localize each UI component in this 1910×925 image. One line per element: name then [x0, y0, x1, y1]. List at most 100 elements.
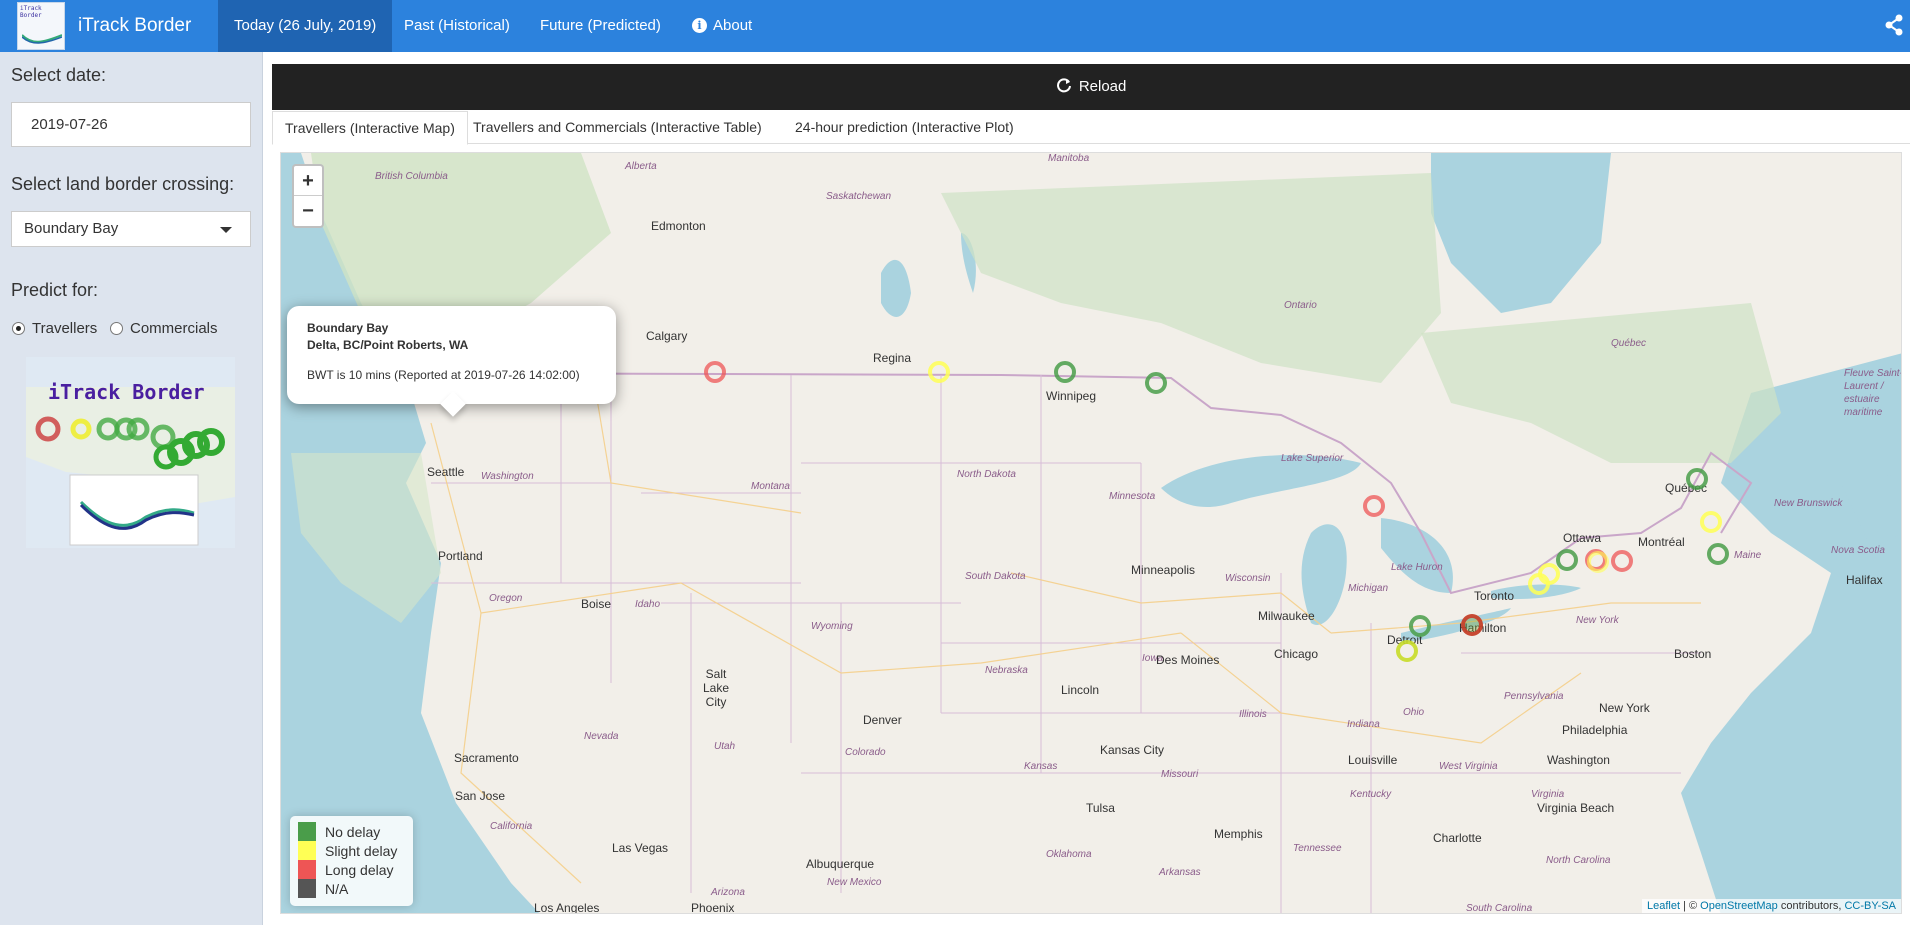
region-label: South Carolina	[1466, 903, 1533, 914]
region-label: Kentucky	[1350, 789, 1392, 800]
city-label: Lincoln	[1061, 683, 1100, 697]
region-label: New Mexico	[827, 877, 882, 888]
reload-button[interactable]: Reload	[272, 64, 1910, 110]
region-label: Arkansas	[1159, 867, 1201, 878]
lake-huron	[1381, 518, 1453, 593]
city-label: Calgary	[646, 329, 688, 343]
license-link[interactable]: CC-BY-SA	[1844, 900, 1896, 912]
region-label: Manitoba	[1048, 153, 1090, 164]
region-label: Michigan	[1348, 583, 1389, 594]
city-label: Seattle	[427, 465, 465, 479]
city-label: Sacramento	[454, 751, 519, 765]
svg-text:iTrack Border: iTrack Border	[48, 380, 205, 404]
city-label: Toronto	[1474, 589, 1515, 603]
region-label: Minnesota	[1109, 491, 1156, 502]
legend-item: N/A	[298, 879, 405, 898]
crossing-marker[interactable]	[1396, 640, 1418, 662]
city-label: Las Vegas	[612, 841, 669, 855]
crossing-label: Select land border crossing:	[11, 174, 235, 194]
region-label: Pennsylvania	[1504, 691, 1564, 702]
popup-body: BWT is 10 mins (Reported at 2019-07-26 1…	[307, 368, 580, 382]
crossing-marker[interactable]	[1700, 511, 1722, 533]
region-label: Québec	[1611, 338, 1647, 349]
attribution-sep: | ©	[1680, 900, 1701, 912]
region-label: Nevada	[584, 731, 619, 742]
crossing-marker[interactable]	[1587, 551, 1609, 573]
brand-logo-text: iTrack Border	[20, 5, 42, 19]
city-label: Tulsa	[1086, 801, 1115, 815]
date-label: Select date:	[11, 65, 107, 85]
city-label: Montréal	[1638, 535, 1685, 549]
zoom-in-button[interactable]: +	[294, 166, 322, 196]
legend-swatch	[298, 841, 316, 860]
radio-travellers[interactable]: Travellers	[12, 320, 97, 337]
city-label: Des Moines	[1156, 653, 1220, 667]
city-label: New York	[1599, 701, 1650, 715]
legend-swatch	[298, 879, 316, 898]
zoom-out-button[interactable]: −	[294, 196, 322, 226]
refresh-icon	[1056, 78, 1071, 93]
tab-future[interactable]: Future (Predicted)	[524, 0, 677, 52]
crossing-marker[interactable]	[1461, 614, 1483, 636]
region-label: Fleuve Saint-Laurent / estuaire maritime	[1844, 368, 1902, 418]
crossing-marker[interactable]	[1707, 543, 1729, 565]
city-label: Louisville	[1348, 753, 1398, 767]
region-label: Missouri	[1161, 769, 1199, 780]
tab-travellers-map[interactable]: Travellers (Interactive Map)	[272, 111, 468, 145]
region-label: Washington	[481, 471, 534, 482]
brand[interactable]: iTrack Border iTrack Border	[17, 2, 191, 50]
region-label: Saskatchewan	[826, 191, 892, 202]
tab-interactive-table[interactable]: Travellers and Commercials (Interactive …	[461, 111, 774, 144]
city-label: Milwaukee	[1258, 609, 1315, 623]
legend-label: Long delay	[325, 861, 394, 878]
radio-button[interactable]	[110, 322, 123, 335]
region-label: Oregon	[489, 593, 523, 604]
city-label: San Jose	[455, 789, 506, 803]
tab-interactive-plot[interactable]: 24-hour prediction (Interactive Plot)	[783, 111, 1026, 144]
radio-commercials[interactable]: Commercials	[110, 320, 218, 337]
crossing-marker[interactable]	[1409, 615, 1431, 637]
caret-down-icon	[220, 227, 232, 233]
legend-item: Slight delay	[298, 841, 405, 860]
region-label: North Carolina	[1546, 855, 1611, 866]
map-container[interactable]: British Columbia Alberta Saskatchewan Ma…	[280, 152, 1902, 914]
city-label: Los Angeles	[534, 901, 600, 914]
share-icon[interactable]	[1884, 14, 1904, 36]
crossing-select[interactable]: Boundary Bay	[11, 211, 251, 247]
popup-subtitle: Delta, BC/Point Roberts, WA	[307, 338, 469, 352]
map-legend: No delay Slight delay Long delay N/A	[290, 816, 413, 906]
crossing-select-value: Boundary Bay	[24, 220, 119, 237]
main-tabs: Travellers (Interactive Map) Travellers …	[272, 111, 1910, 145]
map-basemap	[281, 153, 1901, 913]
region-label: Oklahoma	[1046, 849, 1092, 860]
crossing-marker[interactable]	[704, 361, 726, 383]
crossing-marker[interactable]	[1054, 361, 1076, 383]
tab-about[interactable]: i About	[676, 0, 768, 52]
tab-past[interactable]: Past (Historical)	[388, 0, 526, 52]
city-label: Memphis	[1214, 827, 1263, 841]
region-label: Virginia	[1531, 789, 1565, 800]
radio-button-checked[interactable]	[12, 322, 25, 335]
crossing-marker[interactable]	[1611, 550, 1633, 572]
region-label: Wyoming	[811, 621, 853, 632]
city-label: Philadelphia	[1562, 723, 1628, 737]
city-label: Virginia Beach	[1537, 801, 1615, 815]
crossing-marker[interactable]	[1686, 468, 1708, 490]
region-label: North Dakota	[957, 469, 1016, 480]
tab-today[interactable]: Today (26 July, 2019)	[218, 0, 393, 52]
logo-artwork: iTrack Border	[26, 357, 235, 548]
city-label: Portland	[438, 549, 483, 563]
legend-label: N/A	[325, 880, 349, 897]
date-input[interactable]: 2019-07-26	[11, 102, 251, 147]
crossing-marker[interactable]	[1538, 563, 1560, 585]
region-label: Wisconsin	[1225, 573, 1271, 584]
crossing-marker[interactable]	[928, 361, 950, 383]
osm-link[interactable]: OpenStreetMap	[1700, 900, 1778, 912]
crossing-marker[interactable]	[1556, 549, 1578, 571]
leaflet-link[interactable]: Leaflet	[1647, 900, 1680, 912]
tab-about-label: About	[713, 17, 753, 34]
crossing-marker[interactable]	[1145, 372, 1167, 394]
region-label: Nebraska	[985, 665, 1028, 676]
legend-swatch	[298, 822, 316, 841]
crossing-marker[interactable]	[1363, 495, 1385, 517]
